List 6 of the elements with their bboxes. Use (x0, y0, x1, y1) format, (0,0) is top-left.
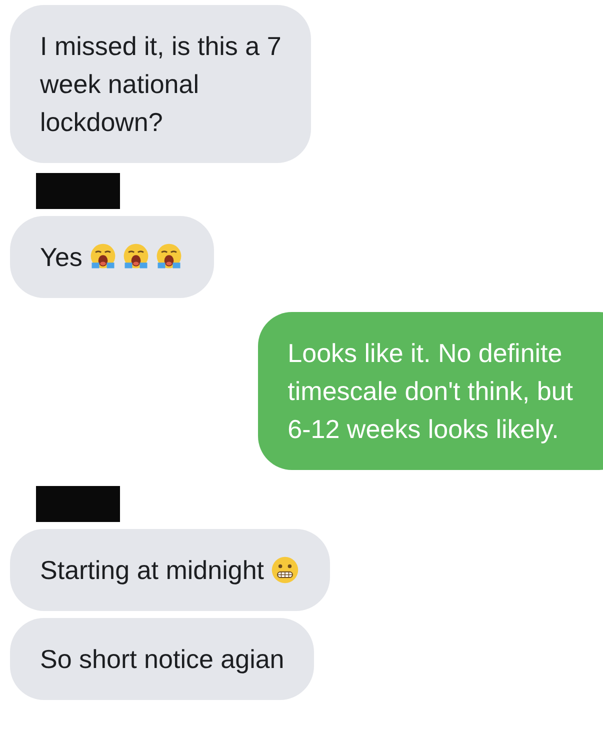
message-text: Yes (40, 241, 82, 274)
message-text: Looks like it. No definite timescale don't think, but 6-12 weeks looks likely. (288, 337, 573, 446)
grimacing-face-icon (270, 555, 300, 585)
message-text: Starting at midnight (40, 554, 264, 587)
message-text: I missed it, is this a 7 week national lockdown? (40, 30, 282, 139)
message-text: So short notice agian (40, 643, 284, 676)
